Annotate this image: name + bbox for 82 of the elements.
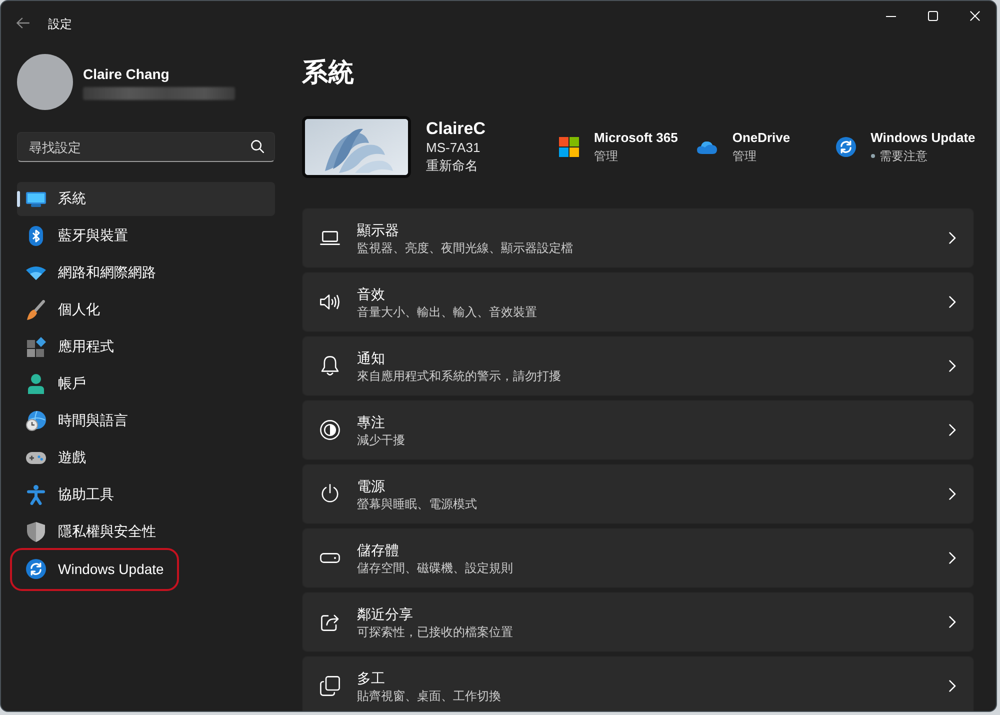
card-description: 減少干擾 <box>357 432 405 448</box>
card-title: 電源 <box>357 477 385 496</box>
manage-link[interactable]: 管理 <box>732 147 756 165</box>
manage-link[interactable]: 管理 <box>594 147 618 165</box>
settings-card[interactable]: 通知 來自應用程式和系統的警示，請勿打擾 <box>302 336 974 396</box>
settings-card[interactable]: 專注 減少干擾 <box>302 400 974 460</box>
account-name: Claire Chang <box>83 64 170 82</box>
tile-title: Windows Update <box>870 129 976 147</box>
share-icon <box>321 613 339 631</box>
paintbrush-icon <box>27 300 45 320</box>
tile-title: OneDrive <box>732 129 790 147</box>
sidebar-item[interactable]: 帳戶 <box>17 367 275 401</box>
shield-icon <box>27 522 45 542</box>
sync-icon <box>836 137 856 157</box>
monitor-icon <box>26 192 46 206</box>
wifi-icon <box>26 266 46 280</box>
sidebar-item[interactable]: 應用程式 <box>17 330 275 364</box>
half-filled-circle-icon <box>320 420 340 440</box>
bluetooth-icon <box>29 226 43 246</box>
sidebar-item[interactable]: Windows Update <box>17 552 275 586</box>
chevron-icon <box>949 296 956 308</box>
sidebar-item[interactable]: 系統 <box>17 182 275 216</box>
card-title: 顯示器 <box>357 221 399 240</box>
card-description: 貼齊視窗、桌面、工作切換 <box>357 688 501 704</box>
chevron-icon <box>949 680 956 692</box>
tile-title: Microsoft 365 <box>594 129 678 147</box>
card-title: 儲存體 <box>357 541 399 560</box>
card-description: 監視器、亮度、夜間光線、顯示器設定檔 <box>357 240 573 256</box>
globe-clock-icon <box>26 411 46 431</box>
chevron-icon <box>949 232 956 244</box>
card-description: 可探索性，已接收的檔案位置 <box>357 624 513 640</box>
device-model: MS-7A31 <box>426 139 480 157</box>
settings-card[interactable]: 顯示器 監視器、亮度、夜間光線、顯示器設定檔 <box>302 208 974 268</box>
card-title: 多工 <box>357 669 385 688</box>
sidebar-item[interactable]: 隱私權與安全性 <box>17 515 275 549</box>
chevron-icon <box>949 488 956 500</box>
card-title: 鄰近分享 <box>357 605 413 624</box>
laptop-icon <box>320 231 340 245</box>
settings-card[interactable]: 音效 音量大小、輸出、輸入、音效裝置 <box>302 272 974 332</box>
card-description: 螢幕與睡眠、電源模式 <box>357 496 477 512</box>
rename-link[interactable]: 重新命名 <box>426 157 478 175</box>
accessibility-icon <box>27 485 45 505</box>
sidebar-item[interactable]: 網路和網際網路 <box>17 256 275 290</box>
maximize-icon <box>928 11 938 21</box>
settings-card[interactable]: 鄰近分享 可探索性，已接收的檔案位置 <box>302 592 974 652</box>
power-icon <box>321 484 339 504</box>
person-icon <box>28 374 44 394</box>
cloud-icon <box>697 140 718 154</box>
card-title: 通知 <box>357 349 385 368</box>
app-tiles-icon <box>26 337 46 357</box>
chevron-icon <box>949 616 956 628</box>
card-title: 音效 <box>357 285 385 304</box>
window-title: 設定 <box>48 16 72 32</box>
page-title: 系統 <box>302 56 354 89</box>
sidebar-item[interactable]: 藍牙與裝置 <box>17 219 275 253</box>
settings-card[interactable]: 儲存體 儲存空間、磁碟機、設定規則 <box>302 528 974 588</box>
close-icon <box>970 11 980 21</box>
sidebar-item[interactable]: 協助工具 <box>17 478 275 512</box>
sidebar-item[interactable]: 個人化 <box>17 293 275 327</box>
card-description: 來自應用程式和系統的警示，請勿打擾 <box>357 368 561 384</box>
card-description: 音量大小、輸出、輸入、音效裝置 <box>357 304 537 320</box>
sync-icon <box>26 559 46 579</box>
card-description: 儲存空間、磁碟機、設定規則 <box>357 560 513 576</box>
sidebar-item[interactable]: 時間與語言 <box>17 404 275 438</box>
status-text: 需要注意 <box>880 148 928 165</box>
settings-card[interactable]: 多工 貼齊視窗、桌面、工作切換 <box>302 656 974 711</box>
overlapping-squares-icon <box>320 676 340 696</box>
chevron-icon <box>949 360 956 372</box>
search-field[interactable]: 尋找設定 <box>17 132 275 162</box>
device-name: ClaireC <box>426 119 486 139</box>
speaker-icon <box>320 294 340 310</box>
card-title: 專注 <box>357 413 385 432</box>
settings-card[interactable]: 電源 螢幕與睡眠、電源模式 <box>302 464 974 524</box>
bell-icon <box>321 356 339 376</box>
chevron-icon <box>949 552 956 564</box>
drive-icon <box>320 553 340 563</box>
gamepad-icon <box>26 452 46 464</box>
search-icon <box>251 140 264 153</box>
sidebar-item[interactable]: 遊戲 <box>17 441 275 475</box>
back-arrow-icon <box>16 17 30 29</box>
chevron-icon <box>949 424 956 436</box>
four-squares-icon <box>559 137 579 157</box>
